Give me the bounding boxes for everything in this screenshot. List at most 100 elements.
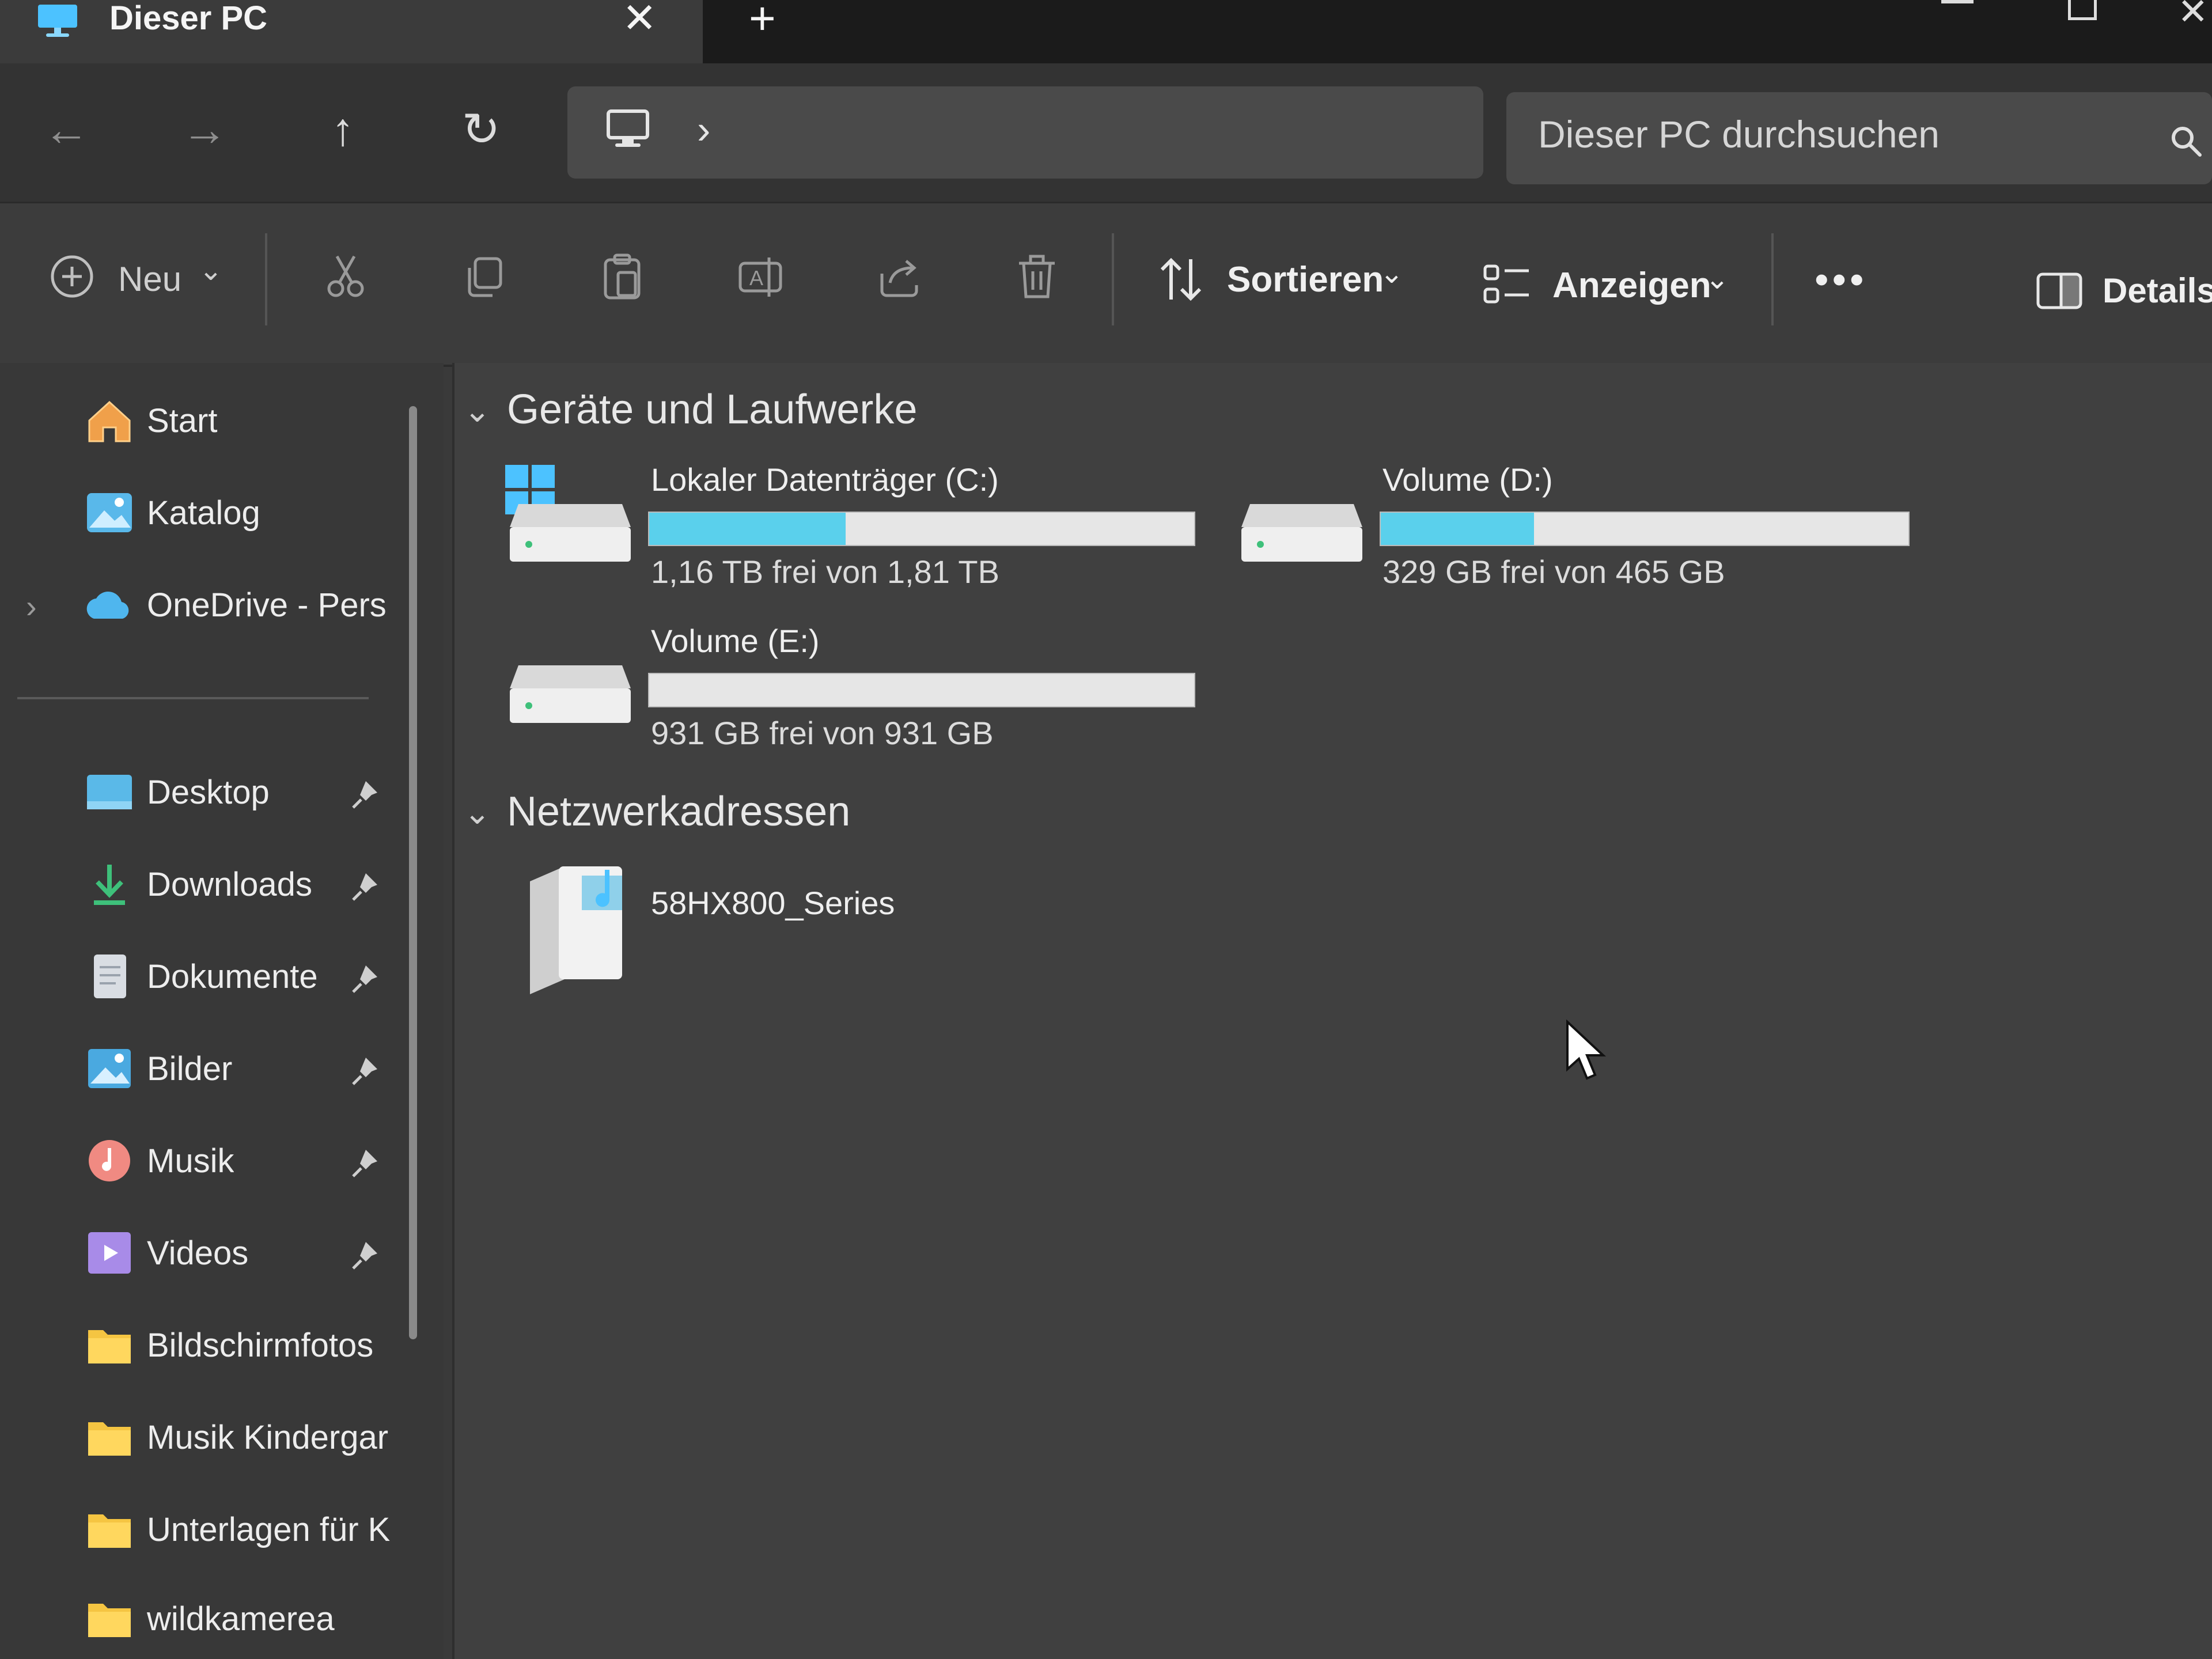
view-button[interactable]: Anzeigen — [1552, 265, 1711, 306]
pin-icon[interactable] — [349, 870, 383, 904]
collapse-chevron-icon[interactable]: ⌄ — [464, 392, 491, 430]
up-button[interactable]: ↑ — [311, 98, 374, 161]
sort-icon[interactable] — [1155, 253, 1207, 305]
details-button[interactable]: Details — [2103, 271, 2212, 310]
folder-icon — [88, 1604, 131, 1637]
videos-icon — [88, 1232, 131, 1274]
sidebar-item-label: Videos — [147, 1234, 249, 1272]
sidebar-item-label: Unterlagen für K — [147, 1511, 391, 1548]
sidebar-item-videos[interactable]: Videos — [0, 1215, 403, 1290]
pin-icon[interactable] — [349, 1054, 383, 1089]
group-header-network[interactable]: Netzwerkadressen — [507, 788, 850, 835]
media-server-icon — [530, 866, 622, 994]
new-tab-icon[interactable]: + — [749, 0, 776, 41]
pin-icon[interactable] — [349, 962, 383, 997]
sidebar-item-label: Bildschirmfotos — [147, 1327, 374, 1364]
sidebar-item-label: OneDrive - Pers — [147, 586, 387, 624]
back-button[interactable]: ← — [35, 98, 98, 161]
download-icon — [94, 865, 125, 905]
sidebar-item-label: Desktop — [147, 774, 270, 811]
sidebar-item-unterlagen[interactable]: Unterlagen für K — [0, 1492, 403, 1567]
drive-usage-bar — [1380, 512, 1910, 546]
tab-this-pc[interactable] — [0, 0, 703, 63]
minimize-button[interactable] — [1941, 0, 1974, 3]
sidebar-item-onedrive[interactable]: › OneDrive - Pers — [0, 567, 403, 642]
sidebar-item-label: Dokumente — [147, 958, 318, 995]
mouse-cursor-icon — [1566, 1020, 1607, 1080]
cut-icon[interactable] — [320, 251, 372, 302]
pin-icon[interactable] — [349, 1146, 383, 1181]
drive-usage-fill — [649, 513, 846, 545]
sort-button[interactable]: Sortieren — [1227, 259, 1384, 300]
more-options-icon[interactable]: ••• — [1815, 256, 1868, 302]
drive-free-space: 1,16 TB frei von 1,81 TB — [651, 554, 999, 590]
sidebar-item-bildschirmfotos[interactable]: Bildschirmfotos — [0, 1308, 403, 1382]
pin-icon[interactable] — [349, 778, 383, 812]
folder-icon — [88, 1422, 131, 1456]
hard-drive-icon — [510, 665, 631, 723]
share-icon[interactable] — [873, 251, 925, 302]
drive-free-space: 931 GB frei von 931 GB — [651, 715, 994, 751]
monitor-icon — [38, 5, 77, 37]
sidebar-item-bilder[interactable]: Bilder — [0, 1031, 403, 1106]
sidebar-item-musik-kindergarten[interactable]: Musik Kindergar — [0, 1400, 403, 1475]
details-pane-icon[interactable] — [2033, 265, 2085, 317]
paste-icon[interactable] — [596, 251, 648, 302]
sidebar-item-musik[interactable]: Musik — [0, 1123, 403, 1198]
folder-icon — [88, 1330, 131, 1363]
view-icon[interactable] — [1480, 259, 1532, 311]
new-plus-icon[interactable] — [46, 251, 98, 302]
desktop-folder-icon — [87, 775, 132, 809]
sidebar-item-wildkamerea[interactable]: wildkamerea — [0, 1581, 403, 1656]
drive-name: Volume (E:) — [651, 623, 820, 659]
folder-icon — [88, 1514, 131, 1548]
maximize-button[interactable] — [2068, 0, 2097, 20]
pc-icon — [607, 109, 649, 147]
chevron-down-icon[interactable]: ⌄ — [1705, 262, 1729, 296]
sidebar-item-katalog[interactable]: Katalog — [0, 475, 403, 550]
music-icon — [89, 1140, 130, 1181]
search-placeholder: Dieser PC durchsuchen — [1538, 113, 1940, 156]
group-header-devices[interactable]: Geräte und Laufwerke — [507, 386, 917, 433]
drive-usage-fill — [1381, 513, 1534, 545]
drive-c[interactable]: Lokaler Datenträger (C:) 1,16 TB frei vo… — [501, 461, 1210, 605]
delete-icon[interactable] — [1011, 251, 1063, 302]
sidebar-item-label: Musik — [147, 1142, 234, 1180]
tab-close-icon[interactable]: ✕ — [622, 0, 657, 39]
sidebar-item-label: wildkamerea — [147, 1600, 335, 1638]
search-icon[interactable] — [2169, 124, 2203, 158]
breadcrumb-chevron-icon[interactable]: › — [697, 104, 710, 156]
close-window-button[interactable]: ✕ — [2177, 0, 2209, 30]
chevron-down-icon[interactable]: ⌄ — [1380, 256, 1404, 290]
network-item[interactable]: 58HX800_Series — [507, 858, 1025, 1008]
sidebar-item-label: Katalog — [147, 494, 260, 532]
pin-icon[interactable] — [349, 1238, 383, 1273]
drive-usage-bar — [648, 673, 1195, 707]
forward-button[interactable]: → — [173, 98, 236, 161]
sidebar-item-label: Bilder — [147, 1050, 233, 1088]
sidebar-item-downloads[interactable]: Downloads — [0, 847, 403, 922]
sidebar-item-desktop[interactable]: Desktop — [0, 755, 403, 830]
sidebar-scrollbar[interactable] — [409, 406, 417, 1339]
hard-drive-icon — [510, 504, 631, 562]
drive-e[interactable]: Volume (E:) 931 GB frei von 931 GB — [501, 622, 1210, 766]
rename-icon[interactable]: A — [734, 251, 786, 302]
drive-name: Volume (D:) — [1382, 461, 1553, 498]
drive-usage-bar — [648, 512, 1195, 546]
drive-name: Lokaler Datenträger (C:) — [651, 461, 999, 498]
chevron-down-icon[interactable]: ⌄ — [199, 253, 223, 287]
network-item-name: 58HX800_Series — [651, 885, 895, 921]
refresh-button[interactable]: ↻ — [449, 98, 513, 161]
sidebar-item-label: Start — [147, 402, 218, 440]
sidebar-item-start[interactable]: Start — [0, 383, 403, 458]
expand-chevron-icon[interactable]: › — [26, 588, 37, 625]
svg-text:A: A — [749, 266, 763, 290]
sidebar-item-label: Downloads — [147, 866, 312, 903]
new-button-label[interactable]: Neu — [118, 259, 181, 299]
copy-icon[interactable] — [458, 251, 510, 302]
toolbar-divider — [1112, 233, 1114, 325]
drive-d[interactable]: Volume (D:) 329 GB frei von 465 GB — [1233, 461, 1941, 605]
hard-drive-icon — [1241, 504, 1362, 562]
sidebar-item-dokumente[interactable]: Dokumente — [0, 939, 403, 1014]
collapse-chevron-icon[interactable]: ⌄ — [464, 794, 491, 832]
